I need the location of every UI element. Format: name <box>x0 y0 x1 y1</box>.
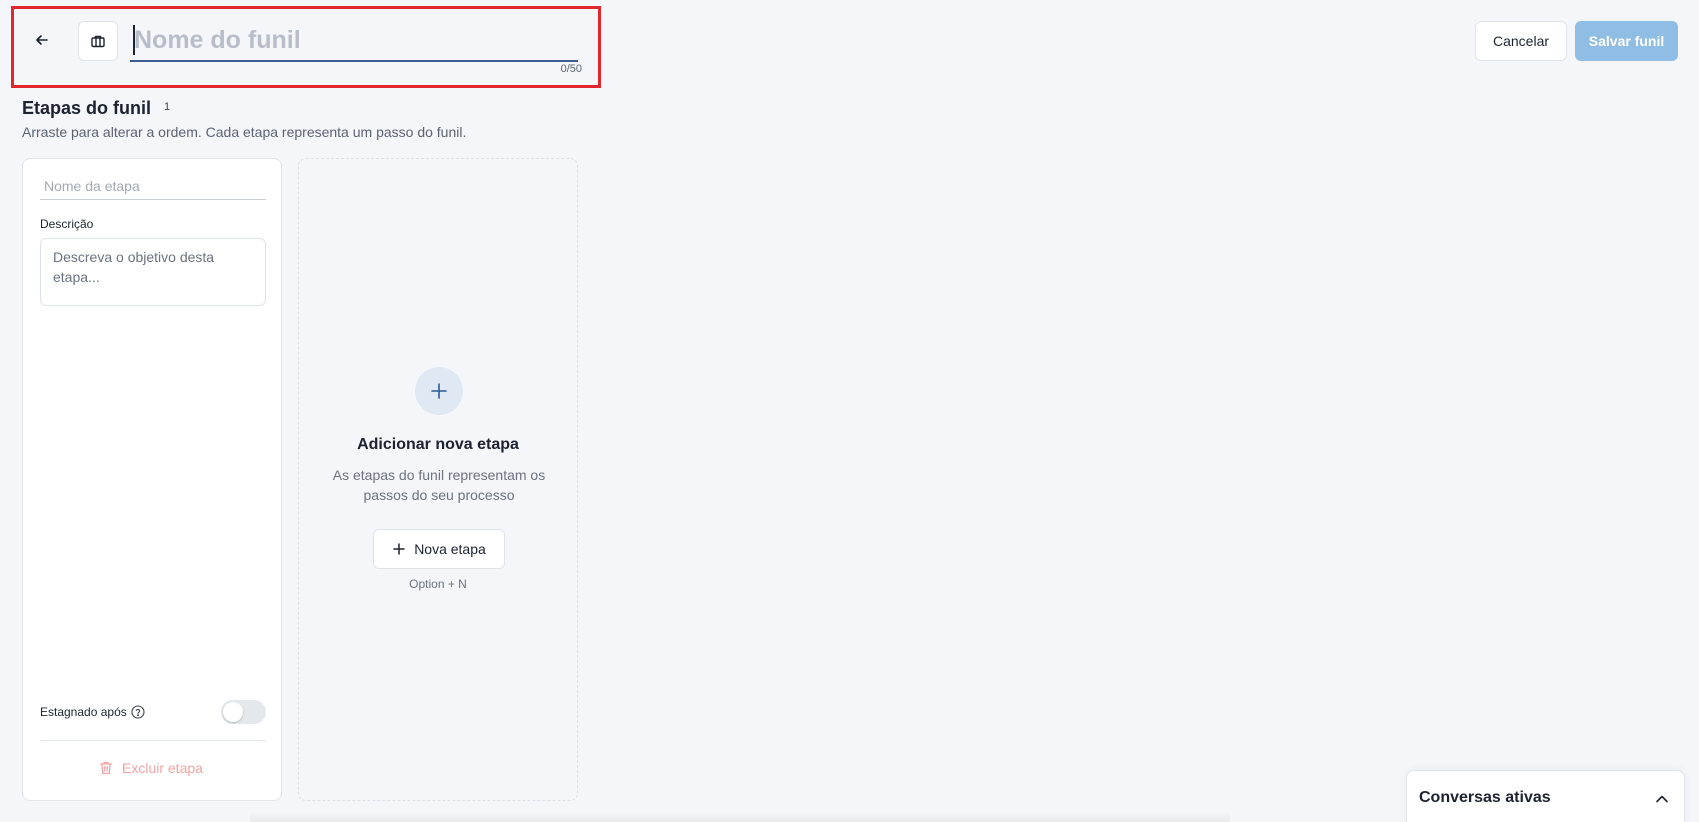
delete-stage-label: Excluir etapa <box>122 760 203 776</box>
keyboard-shortcut-hint: Option + N <box>409 577 467 591</box>
toggle-knob <box>223 702 243 722</box>
card-divider <box>40 740 266 741</box>
delete-stage-button[interactable]: Excluir etapa <box>98 756 203 780</box>
plus-icon <box>431 383 447 399</box>
save-funnel-button[interactable]: Salvar funil <box>1575 21 1678 61</box>
chevron-up-icon[interactable] <box>1652 789 1672 809</box>
description-textarea[interactable] <box>40 238 266 306</box>
plus-icon <box>393 543 405 555</box>
section-title: Etapas do funil <box>22 98 152 118</box>
back-button[interactable] <box>26 24 58 56</box>
section-subtitle: Arraste para alterar a ordem. Cada etapa… <box>22 124 467 140</box>
bottom-edge-shadow <box>250 812 1230 822</box>
funnel-name-input[interactable] <box>130 20 578 60</box>
add-stage-circle-button[interactable] <box>415 367 463 415</box>
briefcase-icon <box>91 35 105 48</box>
stage-count-badge: 1 <box>164 101 171 113</box>
new-stage-button[interactable]: Nova etapa <box>373 529 505 569</box>
add-stage-description: As etapas do funil representam os passos… <box>332 467 546 503</box>
active-conversations-panel[interactable]: Conversas ativas <box>1406 770 1685 822</box>
cancel-button[interactable]: Cancelar <box>1475 21 1567 61</box>
funnel-type-button[interactable] <box>78 21 118 61</box>
trash-icon <box>99 761 113 775</box>
stage-name-field[interactable] <box>40 174 266 200</box>
add-stage-panel: Adicionar nova etapa As etapas do funil … <box>298 158 578 801</box>
char-counter: 0/50 <box>560 63 582 75</box>
stagnation-label: Estagnado após <box>40 705 127 719</box>
text-caret <box>133 25 135 55</box>
help-circle-icon[interactable] <box>130 704 146 720</box>
description-label: Descrição <box>40 217 94 231</box>
add-stage-title: Adicionar nova etapa <box>357 436 519 453</box>
arrow-left-icon <box>36 35 48 45</box>
stage-card[interactable]: Descrição Estagnado após Excluir etapa <box>22 158 282 801</box>
stage-name-input[interactable] <box>40 174 266 198</box>
new-stage-label: Nova etapa <box>414 541 486 557</box>
stagnation-toggle[interactable] <box>221 700 266 724</box>
active-conversations-title: Conversas ativas <box>1419 789 1551 806</box>
funnel-name-field[interactable] <box>130 20 578 62</box>
